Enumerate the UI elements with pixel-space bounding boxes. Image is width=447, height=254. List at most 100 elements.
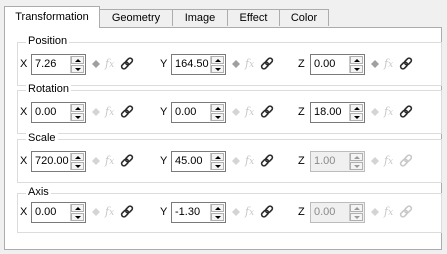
chain-link-icon[interactable]: [398, 204, 414, 220]
fx-icon[interactable]: fx: [384, 105, 393, 118]
position-y-value[interactable]: 164.50: [175, 58, 209, 70]
decrement-arrow-icon[interactable]: [71, 113, 84, 121]
rotation-x-value[interactable]: 0.00: [35, 106, 56, 118]
chain-link-icon[interactable]: [259, 204, 275, 220]
diamond-icon[interactable]: [229, 205, 243, 219]
fx-icon[interactable]: fx: [245, 154, 254, 167]
increment-arrow-icon[interactable]: [350, 104, 363, 112]
position-z-spinbox[interactable]: 0.00: [310, 54, 365, 75]
diamond-icon[interactable]: [229, 105, 243, 119]
tab-effect[interactable]: Effect: [227, 9, 280, 26]
scale-x-label: X: [20, 155, 28, 167]
rotation-y-spinbox[interactable]: 0.00: [171, 102, 226, 123]
diamond-icon[interactable]: [368, 105, 382, 119]
fx-icon[interactable]: fx: [105, 154, 114, 167]
diamond-icon[interactable]: [229, 57, 243, 71]
fx-icon[interactable]: fx: [105, 205, 114, 218]
position-x-value[interactable]: 7.26: [35, 58, 56, 70]
axis-z-spinbox[interactable]: 0.00: [310, 202, 365, 223]
chain-link-icon[interactable]: [259, 104, 275, 120]
rotation-group: Rotation X 0.00 fx Y 0.00 fx Z 18.00 fx: [17, 83, 442, 134]
increment-arrow-icon[interactable]: [71, 153, 84, 161]
chain-link-icon[interactable]: [259, 56, 275, 72]
decrement-arrow-icon[interactable]: [211, 162, 224, 170]
diamond-icon[interactable]: [368, 57, 382, 71]
diamond-icon[interactable]: [368, 154, 382, 168]
chain-link-icon[interactable]: [398, 153, 414, 169]
axis-group-title: Axis: [26, 186, 51, 198]
increment-arrow-icon[interactable]: [71, 204, 84, 212]
decrement-arrow-icon[interactable]: [211, 65, 224, 73]
transformation-panel: Position X 7.26 fx Y 164.50 fx Z 0.00 fx Rotation X…: [4, 27, 442, 250]
increment-arrow-icon[interactable]: [211, 104, 224, 112]
increment-arrow-icon[interactable]: [71, 56, 84, 64]
chain-link-icon[interactable]: [398, 104, 414, 120]
chain-link-icon[interactable]: [119, 104, 135, 120]
scale-z-spinbox[interactable]: 1.00: [310, 151, 365, 172]
decrement-arrow-icon[interactable]: [350, 113, 363, 121]
chain-link-icon[interactable]: [398, 56, 414, 72]
scale-x-spinbox[interactable]: 720.00: [31, 151, 86, 172]
axis-y-spinbox[interactable]: -1.30: [171, 202, 226, 223]
increment-arrow-icon[interactable]: [211, 56, 224, 64]
decrement-arrow-icon[interactable]: [71, 162, 84, 170]
scale-z-label: Z: [298, 155, 305, 167]
decrement-arrow-icon[interactable]: [71, 213, 84, 221]
scale-y-spinbox[interactable]: 45.00: [171, 151, 226, 172]
scale-x-value[interactable]: 720.00: [35, 155, 69, 167]
diamond-icon[interactable]: [368, 205, 382, 219]
fx-icon[interactable]: fx: [245, 57, 254, 70]
fx-icon[interactable]: fx: [105, 105, 114, 118]
spin-buttons: [210, 204, 224, 221]
decrement-arrow-icon[interactable]: [350, 213, 363, 221]
increment-arrow-icon[interactable]: [350, 204, 363, 212]
tab-transformation[interactable]: Transformation: [4, 6, 100, 28]
decrement-arrow-icon[interactable]: [350, 65, 363, 73]
rotation-y-value[interactable]: 0.00: [175, 106, 196, 118]
increment-arrow-icon[interactable]: [350, 153, 363, 161]
spin-buttons: [70, 104, 84, 121]
tab-color[interactable]: Color: [279, 9, 329, 26]
position-x-spinbox[interactable]: 7.26: [31, 54, 86, 75]
decrement-arrow-icon[interactable]: [211, 213, 224, 221]
diamond-icon[interactable]: [89, 105, 103, 119]
position-z-value[interactable]: 0.00: [314, 58, 335, 70]
diamond-icon[interactable]: [89, 205, 103, 219]
scale-group: Scale X 720.00 fx Y 45.00 fx Z 1.00 fx: [17, 132, 442, 183]
diamond-icon[interactable]: [89, 57, 103, 71]
tab-geometry[interactable]: Geometry: [99, 9, 173, 26]
fx-icon[interactable]: fx: [384, 205, 393, 218]
axis-y-value[interactable]: -1.30: [175, 206, 200, 218]
axis-x-spinbox[interactable]: 0.00: [31, 202, 86, 223]
rotation-z-value[interactable]: 18.00: [314, 106, 342, 118]
chain-link-icon[interactable]: [119, 204, 135, 220]
increment-arrow-icon[interactable]: [211, 204, 224, 212]
increment-arrow-icon[interactable]: [350, 56, 363, 64]
rotation-z-spinbox[interactable]: 18.00: [310, 102, 365, 123]
fx-icon[interactable]: fx: [384, 57, 393, 70]
axis-x-label: X: [20, 206, 28, 218]
increment-arrow-icon[interactable]: [211, 153, 224, 161]
scale-z-value[interactable]: 1.00: [314, 155, 335, 167]
diamond-icon[interactable]: [89, 154, 103, 168]
position-z-label: Z: [298, 58, 305, 70]
chain-link-icon[interactable]: [119, 153, 135, 169]
chain-link-icon[interactable]: [119, 56, 135, 72]
chain-link-icon[interactable]: [259, 153, 275, 169]
decrement-arrow-icon[interactable]: [211, 113, 224, 121]
fx-icon[interactable]: fx: [105, 57, 114, 70]
scale-y-value[interactable]: 45.00: [175, 155, 203, 167]
rotation-x-spinbox[interactable]: 0.00: [31, 102, 86, 123]
increment-arrow-icon[interactable]: [71, 104, 84, 112]
decrement-arrow-icon[interactable]: [350, 162, 363, 170]
axis-x-value[interactable]: 0.00: [35, 206, 56, 218]
position-y-spinbox[interactable]: 164.50: [171, 54, 226, 75]
fx-icon[interactable]: fx: [245, 205, 254, 218]
axis-z-value[interactable]: 0.00: [314, 206, 335, 218]
fx-icon[interactable]: fx: [245, 105, 254, 118]
diamond-icon[interactable]: [229, 154, 243, 168]
fx-icon[interactable]: fx: [384, 154, 393, 167]
decrement-arrow-icon[interactable]: [71, 65, 84, 73]
position-x-label: X: [20, 58, 28, 70]
tab-image[interactable]: Image: [172, 9, 228, 26]
